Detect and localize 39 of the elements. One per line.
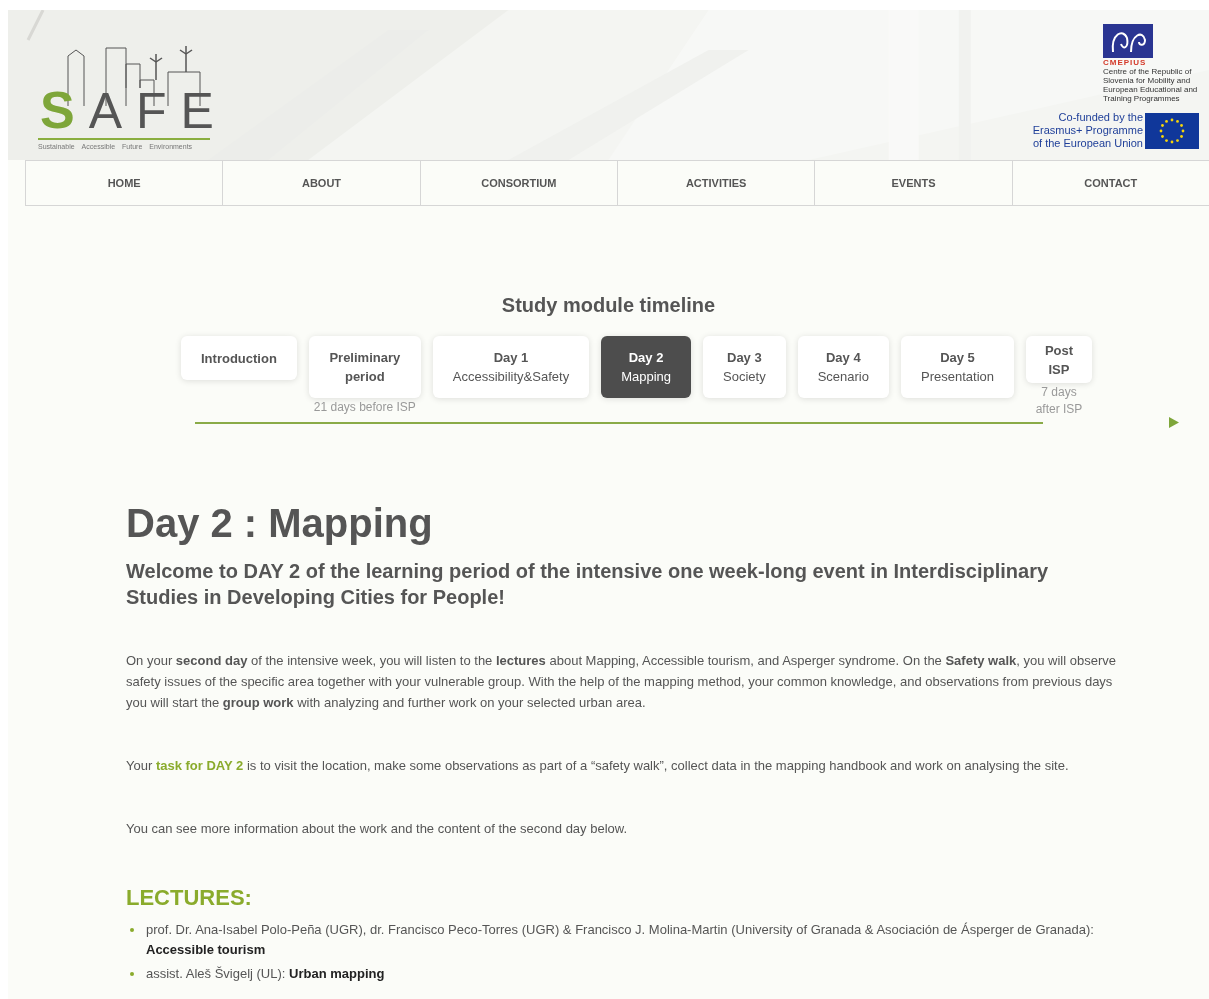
- logo-letter: E: [180, 86, 214, 136]
- timeline-tab[interactable]: Day 2 Mapping: [601, 336, 692, 398]
- eu-notice-text: Erasmus+ Programme: [1032, 124, 1143, 137]
- partner-logo-icon: [1103, 24, 1153, 58]
- timeline-tab[interactable]: Post ISP: [1026, 336, 1092, 383]
- timeline-tab[interactable]: Introduction: [181, 336, 297, 380]
- logo-letter: A: [88, 86, 123, 136]
- page-subheading: Welcome to DAY 2 of the learning period of the intensive one week-long event in Interdisciplinary Studies in Developing Cities for People!: [126, 559, 1050, 610]
- timeline-tab[interactable]: Day 4 Scenario: [797, 336, 889, 398]
- lecture-item: prof. Dr. Ana-Isabel Polo-Peña (UGR), dr. Francisco Peco-Torres (UGR) & Francisco J. Molina-Martin (University of Granada & Asociación de Ásperger de Granada): Accessible tourism: [146, 921, 1095, 959]
- nav-link[interactable]: HOME: [26, 161, 223, 205]
- logo-letter: S: [40, 84, 75, 136]
- next-arrow-icon[interactable]: [1169, 417, 1179, 428]
- timeline-note: 21 days before ISP: [313, 399, 416, 416]
- timeline-tab[interactable]: Preliminary period: [308, 336, 421, 398]
- eu-notice-text: Co-funded by the: [1058, 111, 1143, 124]
- lectures-heading: LECTURES:: [126, 884, 253, 912]
- partner-name: CMEPIUS: [1103, 59, 1147, 67]
- partner-description: Centre of the Republic of Slovenia for Mobility and European Educational and Training Programmes: [1103, 67, 1199, 103]
- nav-link[interactable]: ACTIVITIES: [617, 161, 815, 205]
- paragraph: Your task for DAY 2 is to visit the location, make some observations as part of a “safety walk”, collect data in the mapping handbook and work on analysing the site.: [126, 757, 1070, 775]
- paragraph: On your second day of the intensive week, you will listen to the lectures about Mapping, Accessible tourism, and Asperger syndrome. On the Safety walk, you will observe safety issues of the specific area together with your vulnerable group. With the help of the mapping method, your common knowledge, and observations from previous days you will start the group work with analyzing and further work on your selected urban area.: [126, 652, 1116, 712]
- timeline-title: Study module timeline: [500, 293, 717, 318]
- nav-link[interactable]: CONTACT: [1011, 161, 1209, 205]
- paragraph: You can see more information about the work and the content of the second day below.: [126, 820, 629, 838]
- lecture-item: assist. Aleš Švigelj (UL): Urban mapping: [146, 965, 385, 983]
- bullet-icon: [130, 972, 134, 976]
- timeline-tab[interactable]: Day 5 Presentation: [901, 336, 1014, 398]
- timeline-note: 7 days after ISP: [1034, 384, 1084, 418]
- eu-flag-icon: [1145, 112, 1199, 149]
- logo-letter: F: [136, 86, 167, 136]
- nav-link[interactable]: CONSORTIUM: [419, 161, 617, 205]
- eu-notice-text: of the European Union: [1032, 137, 1143, 150]
- page-heading: Day 2 : Mapping: [126, 500, 434, 546]
- nav-link[interactable]: ABOUT: [222, 161, 420, 205]
- timeline-tab[interactable]: Day 3 Society: [703, 336, 786, 398]
- bullet-icon: [130, 928, 134, 932]
- nav-link[interactable]: EVENTS: [814, 161, 1012, 205]
- timeline-tab[interactable]: Day 1 Accessibility&Safety: [432, 336, 590, 398]
